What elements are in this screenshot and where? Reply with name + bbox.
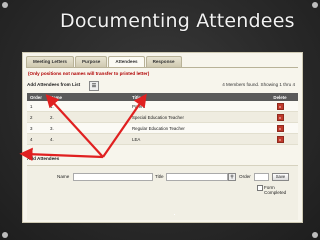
arrow-to-add-attendees: [19, 147, 104, 161]
cursor-dot: [174, 214, 175, 215]
arrow-to-title-column: [102, 93, 147, 158]
annotation-arrows: [19, 93, 147, 161]
arrow-to-name-column: [45, 94, 104, 158]
